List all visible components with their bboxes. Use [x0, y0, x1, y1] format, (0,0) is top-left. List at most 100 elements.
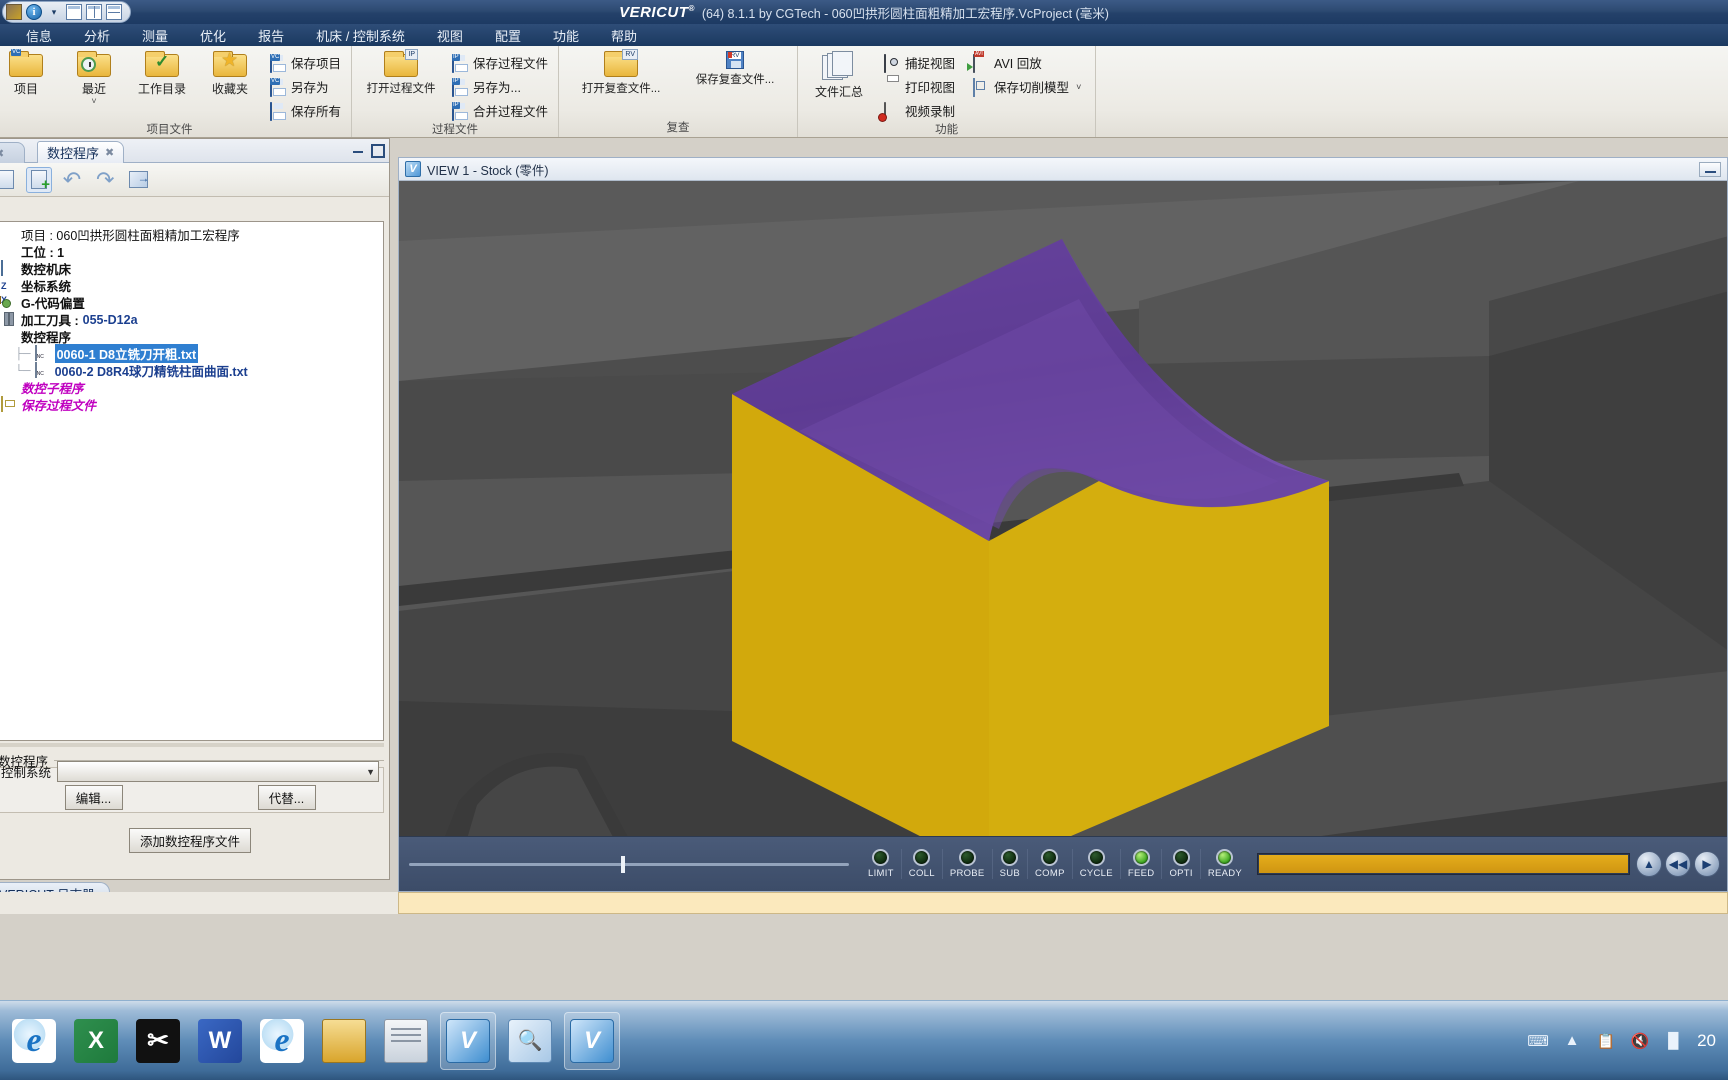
recent-button[interactable]: 最近 ˅: [62, 49, 126, 106]
table-row[interactable]: └─ 0060-2 D8R4球刀精铣柱面曲面.txt: [0, 362, 383, 379]
status-opti[interactable]: OPTI: [1161, 849, 1199, 879]
panel-window-controls: [351, 142, 385, 158]
menu-item-analysis[interactable]: 分析: [68, 24, 126, 47]
chevron-down-icon[interactable]: ▾: [46, 4, 62, 20]
taskbar-item-file-explorer[interactable]: [316, 1012, 372, 1070]
export-icon[interactable]: [125, 167, 151, 193]
menu-item-optimize[interactable]: 优化: [184, 24, 242, 47]
menu-item-help[interactable]: 帮助: [595, 24, 653, 47]
eject-button[interactable]: ▲: [1636, 851, 1662, 877]
panel-tab-project[interactable]: ✖: [0, 142, 25, 163]
add-nc-program-file-button[interactable]: 添加数控程序文件: [128, 828, 251, 853]
save-process-file-as-button[interactable]: IP 另存为...: [448, 76, 552, 97]
control-system-select[interactable]: ▼: [57, 761, 379, 782]
clipboard-icon[interactable]: 📋: [1595, 1030, 1617, 1052]
horizontal-split-icon[interactable]: [106, 4, 122, 20]
info-icon[interactable]: i: [26, 4, 42, 20]
rewind-button[interactable]: ◀◀: [1665, 851, 1691, 877]
save-cut-model-button[interactable]: 保存切削模型 ˅: [969, 76, 1085, 97]
chevron-down-icon[interactable]: ˅: [91, 97, 96, 106]
taskbar-item-internet-explorer[interactable]: [6, 1012, 62, 1070]
status-limit[interactable]: LIMIT: [861, 849, 901, 879]
tree-item-machine[interactable]: 数控机床: [0, 260, 383, 277]
status-probe[interactable]: PROBE: [941, 849, 992, 879]
minimize-icon[interactable]: [1699, 161, 1721, 177]
taskbar-item-scissors[interactable]: [130, 1012, 186, 1070]
minimize-icon[interactable]: [351, 142, 365, 156]
play-button[interactable]: ▶: [1694, 851, 1720, 877]
new-doc-icon[interactable]: [0, 167, 19, 193]
status-comp[interactable]: COMP: [1027, 849, 1072, 879]
tree-item-gcode-offset[interactable]: G-代码偏置: [0, 294, 383, 311]
panel-splitter[interactable]: [0, 743, 384, 747]
replace-button[interactable]: 代替...: [257, 785, 316, 810]
taskbar-item-notepad[interactable]: [378, 1012, 434, 1070]
save-review-file-button[interactable]: RV 保存复查文件...: [687, 49, 783, 87]
project-tree[interactable]: 项目 : 060凹拱形圆柱面粗精加工宏程序 工位 : 1 数控机床 ZX 坐标系…: [0, 221, 384, 741]
single-pane-icon[interactable]: [66, 4, 82, 20]
status-ready[interactable]: READY: [1199, 849, 1249, 879]
stock-3d-render: [399, 181, 1727, 836]
taskbar-item-internet-explorer-2[interactable]: [254, 1012, 310, 1070]
save-project-button[interactable]: VC 保存项目: [266, 52, 345, 73]
file-summary-button[interactable]: 文件汇总: [808, 49, 870, 100]
menu-item-config[interactable]: 配置: [479, 24, 537, 47]
tree-item-nc-programs[interactable]: 数控程序: [0, 328, 383, 345]
status-feed[interactable]: FEED: [1119, 849, 1162, 879]
status-sub[interactable]: SUB: [991, 849, 1027, 879]
open-review-file-button[interactable]: RV 打开复查文件...: [573, 49, 669, 96]
taskbar-item-word[interactable]: [192, 1012, 248, 1070]
menu-item-info[interactable]: 信息: [10, 24, 68, 47]
favorites-button[interactable]: ★ 收藏夹: [198, 49, 262, 97]
close-icon[interactable]: ✖: [105, 146, 114, 159]
avi-playback-button[interactable]: AVI 回放: [969, 52, 1085, 73]
redo-icon[interactable]: ↶: [92, 167, 118, 193]
working-directory-button[interactable]: ✓ 工作目录: [130, 49, 194, 97]
show-hidden-icons-icon[interactable]: ▲: [1561, 1030, 1583, 1052]
menu-item-view[interactable]: 视图: [421, 24, 479, 47]
taskbar-item-vericut-2[interactable]: [564, 1011, 620, 1070]
menu-item-machine-control[interactable]: 机床 / 控制系统: [300, 24, 421, 47]
network-icon[interactable]: ▉: [1663, 1030, 1685, 1052]
menu-item-measure[interactable]: 测量: [126, 24, 184, 47]
volume-muted-icon[interactable]: 🔇: [1629, 1030, 1651, 1052]
project-button[interactable]: VC 项目: [0, 49, 58, 97]
tree-item-station[interactable]: 工位 : 1: [0, 243, 383, 260]
quick-access-toolbar[interactable]: i ▾: [2, 1, 131, 23]
print-view-button[interactable]: 打印视图: [880, 76, 959, 97]
save-as-button[interactable]: VC 另存为: [266, 76, 345, 97]
maximize-icon[interactable]: [369, 142, 385, 158]
taskbar-item-excel[interactable]: [68, 1012, 124, 1070]
status-cycle[interactable]: CYCLE: [1071, 849, 1120, 879]
add-doc-icon[interactable]: +: [26, 166, 52, 193]
vertical-split-icon[interactable]: [86, 4, 102, 20]
tree-item-save-process-file[interactable]: 保存过程文件: [0, 396, 383, 413]
undo-icon[interactable]: ↶: [59, 167, 85, 193]
vericut-logo-icon[interactable]: [6, 4, 22, 20]
merge-process-file-button[interactable]: IP 合并过程文件: [448, 100, 552, 121]
close-icon[interactable]: ✖: [0, 147, 4, 160]
status-coll[interactable]: COLL: [900, 849, 942, 879]
taskbar-item-vericut-toolmanager[interactable]: [502, 1012, 558, 1070]
keyboard-icon[interactable]: ⌨: [1527, 1030, 1549, 1052]
taskbar-item-vericut[interactable]: [440, 1011, 496, 1070]
simulation-canvas[interactable]: [399, 181, 1727, 836]
open-process-file-button[interactable]: IP 打开过程文件: [358, 49, 444, 96]
panel-tab-nc-program[interactable]: 数控程序 ✖: [37, 141, 125, 163]
tree-item-coordinate-system[interactable]: ZX 坐标系统: [0, 277, 383, 305]
video-record-button[interactable]: 视频录制: [880, 100, 959, 121]
tree-item-sub-program[interactable]: 数控子程序: [0, 379, 383, 396]
menu-item-function[interactable]: 功能: [537, 24, 595, 47]
slider-thumb[interactable]: [621, 856, 625, 873]
table-row[interactable]: ├─ 0060-1 D8立铣刀开粗.txt: [0, 344, 383, 363]
capture-view-button[interactable]: 捕捉视图: [880, 52, 959, 73]
tree-item-tool[interactable]: 加工刀具 : 055-D12a: [0, 311, 383, 329]
simulation-slider[interactable]: [409, 855, 849, 873]
taskbar-clock[interactable]: 20: [1697, 1031, 1716, 1051]
chevron-down-icon[interactable]: ˅: [1076, 82, 1081, 92]
save-process-file-button[interactable]: IP 保存过程文件: [448, 52, 552, 73]
save-all-button[interactable]: 保存所有: [266, 100, 345, 121]
tree-item-project[interactable]: 项目 : 060凹拱形圆柱面粗精加工宏程序: [0, 226, 383, 243]
menu-item-report[interactable]: 报告: [242, 24, 300, 47]
edit-button[interactable]: 编辑...: [64, 785, 123, 810]
